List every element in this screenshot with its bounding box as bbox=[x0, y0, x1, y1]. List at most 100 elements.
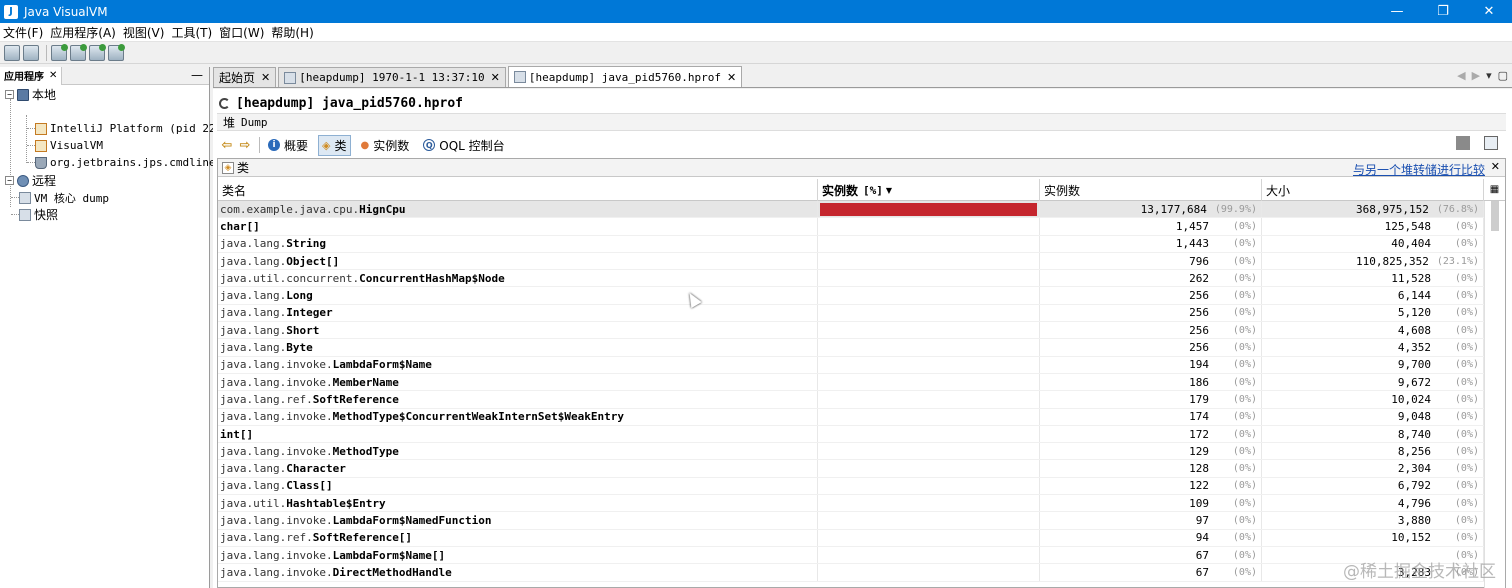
view-classes-button[interactable]: ◈ 类 bbox=[318, 134, 351, 156]
add-jmx-connection-icon[interactable] bbox=[51, 43, 68, 61]
scroll-right-icon[interactable]: ▶ bbox=[1472, 69, 1480, 82]
menu-help[interactable]: 帮助(H) bbox=[268, 24, 317, 41]
tab-list-icon[interactable]: ▾ bbox=[1486, 69, 1492, 82]
menu-tools[interactable]: 工具(T) bbox=[168, 24, 216, 41]
tree-item-remote[interactable]: − 远程 bbox=[5, 172, 56, 189]
table-row[interactable]: java.lang. Byte 256 (0%) 4,352 (0%) bbox=[218, 339, 1484, 357]
table-row[interactable]: java.lang. Character 128 (0%) 2,304 (0%) bbox=[218, 460, 1484, 478]
class-simple-name: Short bbox=[286, 323, 320, 337]
table-row[interactable]: java.lang. Class[] 122 (0%) 6,792 (0%) bbox=[218, 477, 1484, 496]
table-row[interactable]: java.lang. Object[] 796 (0%) 110,825,352 (23.… bbox=[218, 252, 1484, 271]
close-icon[interactable]: ✕ bbox=[261, 71, 270, 84]
column-header-size[interactable]: 大小 bbox=[1262, 179, 1484, 201]
size-value: 9,672 bbox=[1397, 375, 1431, 389]
tree-item-visualvm[interactable]: VisualVM bbox=[35, 137, 103, 154]
class-package: java.lang. bbox=[220, 254, 287, 268]
tree-item-intellij[interactable]: IntelliJ Platform (pid 224 bbox=[35, 120, 222, 137]
size-percent: (0%) bbox=[1454, 376, 1479, 388]
class-package: java.lang. bbox=[220, 323, 287, 337]
view-oql-button[interactable]: Q OQL 控制台 bbox=[419, 135, 508, 156]
size-cell: 4,796 (0%) bbox=[1262, 495, 1484, 512]
table-row[interactable]: java.lang. Short 256 (0%) 4,608 (0%) bbox=[218, 322, 1484, 340]
table-row[interactable]: java.util. Hashtable$Entry 109 (0%) 4,796 (0%… bbox=[218, 495, 1484, 513]
add-remote-host-icon[interactable] bbox=[70, 43, 87, 61]
class-name-cell: java.lang.invoke. LambdaForm$NamedFunctio… bbox=[218, 512, 818, 529]
remote-host-icon bbox=[17, 174, 29, 187]
class-package: java.lang.invoke. bbox=[220, 444, 333, 458]
scroll-left-icon[interactable]: ◀ bbox=[1457, 69, 1465, 82]
instances-count: 97 bbox=[1195, 513, 1209, 527]
table-row[interactable]: java.lang.invoke. LambdaForm$Name[] 67 (0%)… bbox=[218, 546, 1484, 565]
column-chooser-icon[interactable]: ▦ bbox=[1484, 179, 1505, 201]
class-simple-name: Byte bbox=[286, 341, 313, 355]
compare-heapdump-link[interactable]: 与另一个堆转储进行比较 bbox=[1353, 161, 1485, 178]
column-header-instances[interactable]: 实例数 bbox=[1040, 179, 1262, 201]
instances-bar-cell bbox=[818, 270, 1040, 287]
close-icon[interactable]: ✕ bbox=[727, 71, 736, 84]
table-row[interactable]: java.lang.ref. SoftReference[] 94 (0%) 10,15… bbox=[218, 529, 1484, 547]
column-header-class-name[interactable]: 类名 bbox=[218, 179, 818, 201]
back-arrow-icon[interactable]: ⇦ bbox=[219, 137, 235, 153]
tree-item-jps[interactable]: org.jetbrains.jps.cmdline. bbox=[35, 154, 222, 171]
minimize-button[interactable]: — bbox=[1374, 0, 1420, 23]
table-row[interactable]: java.lang. Integer 256 (0%) 5,120 (0%) bbox=[218, 304, 1484, 323]
table-row[interactable]: java.lang.invoke. MemberName 186 (0%) 9,672 (… bbox=[218, 373, 1484, 392]
column-header-instances-pct[interactable]: 实例数 [%] ▼ bbox=[818, 179, 1040, 201]
menu-window[interactable]: 窗口(W) bbox=[216, 24, 268, 41]
menu-file[interactable]: 文件(F) bbox=[0, 24, 47, 41]
menu-view[interactable]: 视图(V) bbox=[120, 24, 169, 41]
tree-item-snapshots[interactable]: 快照 bbox=[19, 206, 58, 223]
table-row[interactable]: java.lang.ref. SoftReference 179 (0%) 10,024… bbox=[218, 391, 1484, 409]
applications-panel: 应用程序 ✕ — − 本地 IntelliJ Platform (pid 224… bbox=[0, 66, 222, 588]
tree-item-vm-core[interactable]: VM 核心 dump bbox=[19, 189, 109, 206]
applications-tab[interactable]: 应用程序 ✕ bbox=[0, 66, 63, 85]
size-cell: 9,700 (0%) bbox=[1262, 356, 1484, 373]
class-name-cell: java.lang.ref. SoftReference[] bbox=[218, 529, 818, 546]
tab-start-page[interactable]: 起始页 ✕ bbox=[213, 67, 277, 87]
forward-arrow-icon[interactable]: ⇨ bbox=[237, 137, 253, 153]
tab-heapdump-1970[interactable]: [heapdump] 1970-1-1 13:37:10 ✕ bbox=[278, 67, 506, 87]
table-row[interactable]: java.util.concurrent. ConcurrentHashMap$N… bbox=[218, 270, 1484, 288]
table-row[interactable]: java.lang.invoke. MethodType 129 (0%) 8,256 (… bbox=[218, 443, 1484, 461]
table-row[interactable]: java.lang.invoke. LambdaForm$Name 194 (0%) 9… bbox=[218, 356, 1484, 374]
class-name-cell: java.util. Hashtable$Entry bbox=[218, 495, 818, 512]
add-core-dump-icon[interactable] bbox=[89, 43, 106, 61]
class-name-cell: java.lang.invoke. MethodType$ConcurrentWe… bbox=[218, 408, 818, 425]
close-icon[interactable]: ✕ bbox=[49, 70, 57, 81]
load-snapshot-icon[interactable] bbox=[4, 44, 20, 61]
table-row[interactable]: char[] 1,457 (0%) 125,548 (0%) bbox=[218, 218, 1484, 236]
class-package: java.lang.invoke. bbox=[220, 375, 333, 389]
collapse-icon[interactable]: − bbox=[5, 90, 14, 99]
toolbar-separator bbox=[46, 44, 47, 61]
minimize-panel-icon[interactable]: — bbox=[191, 68, 203, 82]
add-snapshot-icon[interactable] bbox=[108, 43, 125, 61]
scrollbar-thumb[interactable] bbox=[1491, 201, 1499, 231]
table-row[interactable]: int[] 172 (0%) 8,740 (0%) bbox=[218, 425, 1484, 444]
menu-application[interactable]: 应用程序(A) bbox=[47, 24, 120, 41]
instances-count: 67 bbox=[1195, 565, 1209, 579]
close-button[interactable]: ✕ bbox=[1466, 0, 1512, 23]
column-label: 实例数 bbox=[1044, 183, 1081, 198]
view-instances-button[interactable]: ● 实例数 bbox=[357, 135, 414, 156]
snapshot-save-icon[interactable] bbox=[1456, 136, 1470, 150]
instances-bar-cell bbox=[818, 529, 1040, 546]
tree-item-local[interactable]: − 本地 bbox=[5, 86, 56, 103]
table-row[interactable]: java.lang.invoke. DirectMethodHandle 67 (0%… bbox=[218, 564, 1484, 582]
table-row[interactable]: java.lang.invoke. LambdaForm$NamedFunctio… bbox=[218, 512, 1484, 530]
class-package: java.lang. bbox=[220, 462, 287, 476]
close-icon[interactable]: ✕ bbox=[1491, 160, 1500, 173]
table-row[interactable]: java.lang. String 1,443 (0%) 40,404 (0%) bbox=[218, 235, 1484, 253]
maximize-window-icon[interactable]: ▢ bbox=[1498, 69, 1508, 82]
maximize-button[interactable]: ❐ bbox=[1420, 0, 1466, 23]
tab-navigation: ◀ ▶ ▾ ▢ bbox=[1457, 69, 1508, 82]
tab-heapdump-java-pid5760[interactable]: [heapdump] java_pid5760.hprof ✕ bbox=[507, 66, 743, 87]
view-summary-button[interactable]: i 概要 bbox=[264, 135, 312, 156]
table-row[interactable]: java.lang. Long 256 (0%) 6,144 (0%) bbox=[218, 287, 1484, 305]
save-icon[interactable] bbox=[23, 44, 39, 61]
table-row[interactable]: java.lang.invoke. MethodType$ConcurrentWe… bbox=[218, 408, 1484, 426]
close-icon[interactable]: ✕ bbox=[491, 71, 500, 84]
table-row[interactable]: com.example.java.cpu. HignCpu 13,177,684 (9… bbox=[218, 201, 1484, 219]
vertical-scrollbar[interactable] bbox=[1484, 201, 1505, 588]
details-toggle-icon[interactable] bbox=[1484, 136, 1498, 150]
collapse-icon[interactable]: − bbox=[5, 176, 14, 185]
